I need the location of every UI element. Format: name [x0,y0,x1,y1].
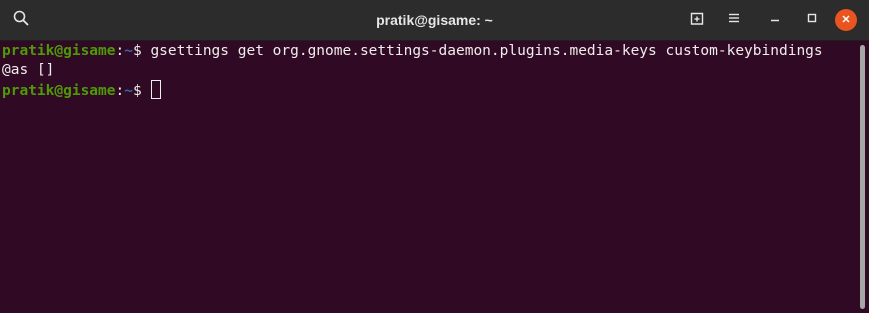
prompt-path: ~ [124,83,133,99]
prompt-dollar: $ [132,83,151,99]
terminal-line-command: pratik@gisame:~$ gsettings get org.gnome… [2,42,858,61]
prompt-colon: : [115,43,125,59]
maximize-button[interactable] [800,8,824,32]
minimize-button[interactable] [763,8,787,32]
new-tab-icon [689,10,705,31]
prompt-user-host: pratik@gisame [2,83,116,99]
command-output: @as [] [2,62,55,78]
close-icon [841,11,851,29]
close-button[interactable] [835,9,857,31]
minimize-icon [769,11,781,29]
prompt-colon: : [115,83,125,99]
title-bar[interactable]: pratik@gisame: ~ [0,0,869,41]
scrollbar-thumb[interactable] [860,45,865,309]
menu-button[interactable] [722,8,746,32]
prompt-user-host: pratik@gisame [2,43,116,59]
maximize-icon [806,11,818,29]
terminal-window: pratik@gisame: ~ pratik@gisame:~$ gsetti… [0,0,869,313]
terminal-line-output: @as [] [2,61,858,80]
new-tab-button[interactable] [685,8,709,32]
text-cursor [151,80,162,99]
hamburger-menu-icon [727,11,741,30]
prompt-dollar: $ [132,43,151,59]
command-text: gsettings get org.gnome.settings-daemon.… [150,43,823,59]
scrollbar[interactable] [858,41,869,313]
terminal-line-prompt: pratik@gisame:~$ [2,80,858,99]
prompt-path: ~ [124,43,133,59]
terminal-output-area[interactable]: pratik@gisame:~$ gsettings get org.gnome… [0,41,858,313]
